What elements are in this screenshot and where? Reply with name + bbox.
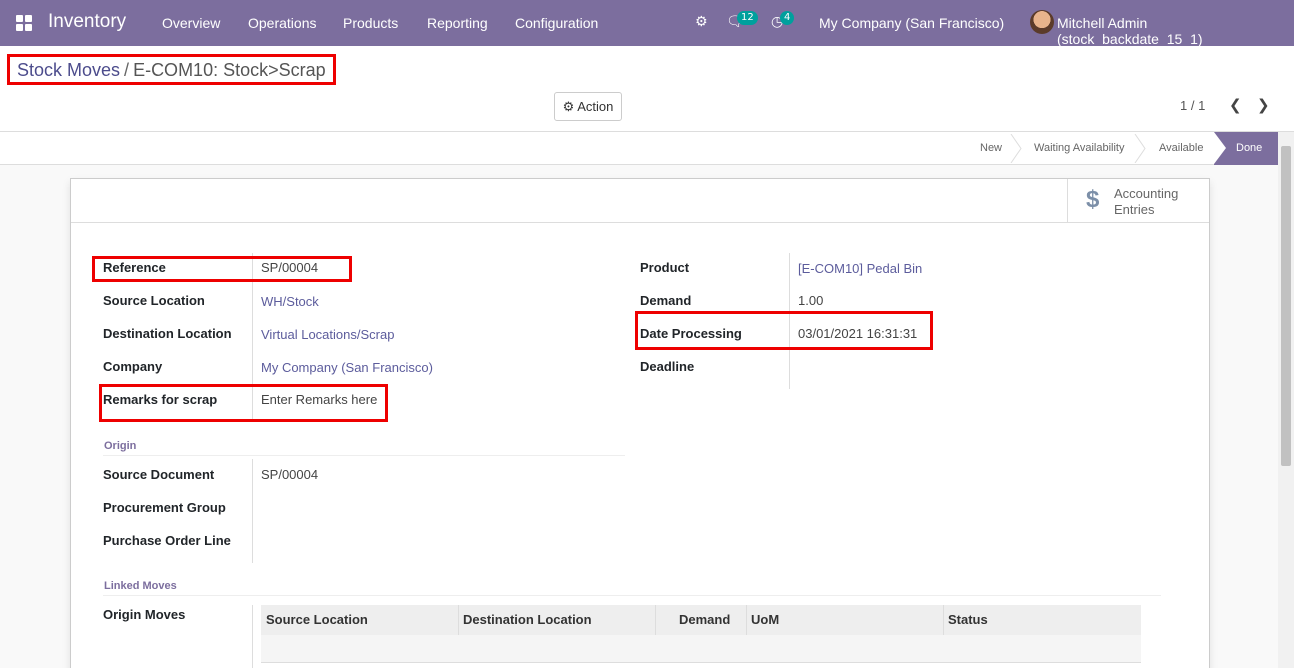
source-document-value: SP/00004 xyxy=(261,467,319,482)
source-location-label: Source Location xyxy=(103,293,205,308)
debug-bug-icon[interactable]: ⚙ xyxy=(695,14,708,30)
linked-moves-separator-line xyxy=(103,595,1161,596)
product-label: Product xyxy=(640,260,690,275)
column-destination-location[interactable]: Destination Location xyxy=(463,612,592,627)
pager-value[interactable]: 1 / 1 xyxy=(1180,98,1205,113)
column-divider xyxy=(252,605,253,668)
vertical-scrollbar[interactable] xyxy=(1278,132,1294,668)
procurement-group-label: Procurement Group xyxy=(103,500,226,515)
accounting-entries-button[interactable]: $ Accounting Entries xyxy=(1067,179,1209,223)
origin-moves-label: Origin Moves xyxy=(103,607,186,622)
stage-new[interactable]: New xyxy=(980,132,1002,165)
status-bar: New Waiting Availability Available Done xyxy=(0,132,1278,165)
smart-button-line1: Accounting xyxy=(1114,186,1179,201)
demand-value: 1.00 xyxy=(798,293,824,308)
smart-button-box: $ Accounting Entries xyxy=(71,179,1209,223)
destination-location-value[interactable]: Virtual Locations/Scrap xyxy=(261,327,394,342)
column-status[interactable]: Status xyxy=(948,612,988,627)
gear-icon: ⚙ xyxy=(562,99,575,114)
stage-available[interactable]: Available xyxy=(1159,132,1203,165)
stage-separator xyxy=(1010,134,1022,163)
action-label: Action xyxy=(577,99,614,114)
linked-moves-section-title: Linked Moves xyxy=(104,580,177,592)
deadline-label: Deadline xyxy=(640,359,695,374)
stage-done-active[interactable]: Done xyxy=(1214,132,1278,165)
menu-reporting[interactable]: Reporting xyxy=(427,15,488,31)
source-location-value[interactable]: WH/Stock xyxy=(261,294,319,309)
activities-count-badge: 4 xyxy=(780,11,795,25)
menu-overview[interactable]: Overview xyxy=(162,15,220,31)
origin-section-title: Origin xyxy=(104,440,137,452)
breadcrumb-current: E-COM10: Stock>Scrap xyxy=(133,60,326,80)
dollar-icon: $ xyxy=(1086,186,1100,213)
action-button[interactable]: ⚙ Action xyxy=(554,92,622,121)
highlight-date-processing xyxy=(635,311,933,350)
menu-operations[interactable]: Operations xyxy=(248,15,316,31)
column-demand[interactable]: Demand xyxy=(679,612,730,627)
breadcrumb: Stock Moves / E-COM10: Stock>Scrap xyxy=(7,54,336,85)
stage-waiting-availability[interactable]: Waiting Availability xyxy=(1034,132,1125,165)
column-source-location[interactable]: Source Location xyxy=(266,612,368,627)
stage-separator xyxy=(1134,134,1146,163)
pager-previous-icon[interactable]: ❮ xyxy=(1229,96,1242,114)
origin-separator-line xyxy=(103,455,625,456)
messages-count-badge: 12 xyxy=(737,11,758,25)
source-document-label: Source Document xyxy=(103,467,215,482)
highlight-remarks xyxy=(99,384,388,422)
user-avatar[interactable] xyxy=(1030,10,1054,34)
smart-button-line2: Entries xyxy=(1114,202,1155,217)
form-sheet: $ Accounting Entries Reference SP/00004 … xyxy=(70,178,1210,668)
company-value[interactable]: My Company (San Francisco) xyxy=(261,360,433,375)
destination-location-label: Destination Location xyxy=(103,326,232,341)
menu-products[interactable]: Products xyxy=(343,15,398,31)
column-uom[interactable]: UoM xyxy=(751,612,779,627)
product-value[interactable]: [E-COM10] Pedal Bin xyxy=(798,261,922,276)
column-divider xyxy=(252,459,253,563)
company-switcher[interactable]: My Company (San Francisco) xyxy=(819,15,1004,31)
pager-next-icon[interactable]: ❯ xyxy=(1257,96,1270,114)
apps-menu-icon[interactable] xyxy=(16,15,32,31)
scrollbar-thumb[interactable] xyxy=(1281,146,1291,466)
top-navbar: Inventory Overview Operations Products R… xyxy=(0,0,1294,47)
menu-configuration[interactable]: Configuration xyxy=(515,15,598,31)
highlight-reference xyxy=(92,256,352,282)
table-header: Source Location Destination Location Dem… xyxy=(261,605,1141,635)
control-panel: Stock Moves / E-COM10: Stock>Scrap ⚙ Actio… xyxy=(0,46,1294,132)
company-label: Company xyxy=(103,359,163,374)
breadcrumb-parent-link[interactable]: Stock Moves xyxy=(17,60,120,80)
user-menu[interactable]: Mitchell Admin (stock_backdate_15_1) xyxy=(1057,15,1294,47)
breadcrumb-separator: / xyxy=(124,60,130,80)
purchase-order-line-label: Purchase Order Line xyxy=(103,533,231,548)
app-name[interactable]: Inventory xyxy=(48,11,126,33)
table-row xyxy=(261,635,1141,663)
demand-label: Demand xyxy=(640,293,692,308)
